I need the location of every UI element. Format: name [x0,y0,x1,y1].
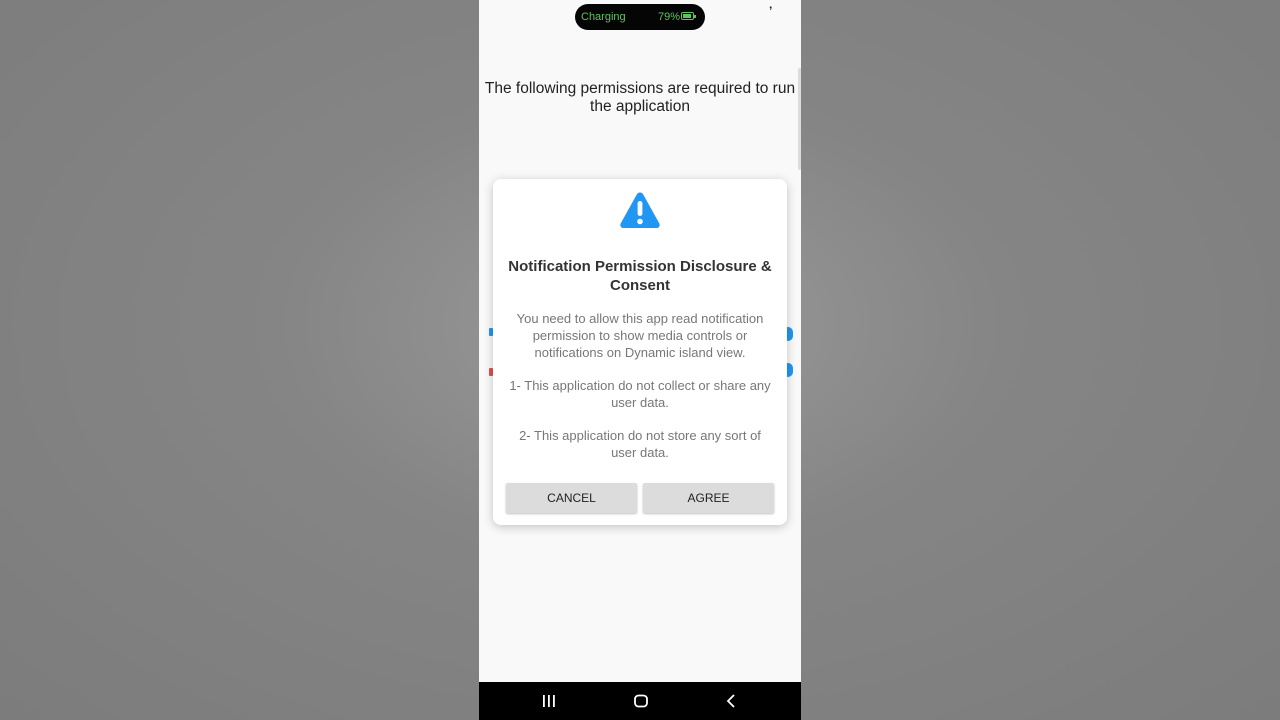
navigation-bar [479,682,801,720]
back-icon[interactable] [724,693,738,709]
dialog-paragraph: You need to allow this app read notifica… [516,311,764,360]
cancel-button[interactable]: CANCEL [506,483,637,513]
dialog-body: You need to allow this app read notifica… [509,310,771,477]
battery-icon [681,12,696,20]
home-icon[interactable] [633,693,649,709]
dialog-paragraph: 1- This application do not collect or sh… [509,378,771,410]
phone-screen: Charging 79% ’ The following permissions… [479,0,801,720]
warning-triangle-icon [620,192,660,228]
dynamic-island[interactable]: Charging 79% [575,4,705,30]
dialog-title: Notification Permission Disclosure & Con… [508,258,772,294]
permission-dialog: Notification Permission Disclosure & Con… [493,179,787,525]
status-glyph: ’ [769,4,773,18]
agree-button[interactable]: AGREE [643,483,774,513]
dialog-paragraph: 2- This application do not store any sor… [519,428,761,460]
permissions-heading: The following permissions are required t… [484,80,796,115]
recents-icon[interactable] [542,693,556,709]
charging-label: Charging [581,11,626,23]
battery-percent: 79% [658,11,681,23]
